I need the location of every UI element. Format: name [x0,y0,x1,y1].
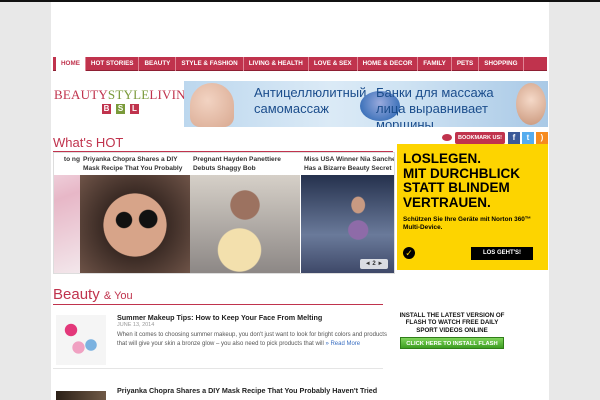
logo-word-beauty: BEAUTY [54,87,108,102]
banner-face-image [516,83,546,125]
post-title[interactable]: Priyanka Chopra Shares a DIY Mask Recipe… [117,386,387,396]
slide-caption: to ng [63,156,80,163]
slide-image [80,175,190,273]
nav-item-home-decor[interactable]: HOME & DECOR [358,56,419,71]
nav-item-living-health[interactable]: LIVING & HEALTH [244,56,309,71]
logo-letter-s: S [116,104,125,114]
slide-caption: Miss USA Winner Nia Sanchez Has a Bizarr… [304,156,395,172]
nav-item-hot-stories[interactable]: HOT STORIES [86,56,140,71]
banner-text-right: Банки для массажа лица выравнивает морщи… [376,85,494,127]
main-nav: HOME HOT STORIES BEAUTY STYLE & FASHION … [53,56,547,71]
logo-word-style: STYLE [107,87,150,102]
banner-woman-image [190,83,234,127]
carousel-pager[interactable]: ◄ 2 ► [360,259,388,269]
carousel-slide[interactable]: to ng [54,153,81,273]
rss-icon[interactable]: ) [536,132,548,144]
nav-item-love-sex[interactable]: LOVE & SEX [309,56,358,71]
nav-item-style-fashion[interactable]: STYLE & FASHION [176,56,244,71]
slide-caption: Priyanka Chopra Shares a DIY Mask Recipe… [83,156,183,172]
beauty-divider [53,304,383,305]
slide-image [190,175,300,273]
beauty-title-suffix: & You [103,290,133,302]
beauty-section-title: Beauty & You [53,286,133,303]
whats-hot-title: What's HOT [53,135,124,150]
banner-ad[interactable]: Антицеллюлитный самомассаж Банки для мас… [184,81,548,127]
nav-item-beauty[interactable]: BEAUTY [139,56,177,71]
post-divider [53,368,383,369]
carousel-slide[interactable]: Pregnant Hayden Panettiere Debuts Shaggy… [190,153,300,273]
post-title[interactable]: Summer Makeup Tips: How to Keep Your Fac… [117,313,387,322]
slide-caption: Pregnant Hayden Panettiere Debuts Shaggy… [193,156,281,172]
flash-ad-text: INSTALL THE LATEST VERSION OF FLASH TO W… [399,312,505,334]
carousel-slide[interactable]: Priyanka Chopra Shares a DIY Mask Recipe… [80,153,190,273]
bookmark-button[interactable]: BOOKMARK US! [455,132,505,144]
post-date: JUNE 13, 2014 [117,322,155,328]
nav-item-pets[interactable]: PETS [452,56,480,71]
post-thumbnail[interactable] [56,391,106,400]
twitter-icon[interactable]: t [522,132,534,144]
norton-headline-3: STATT BLINDEM [403,180,510,195]
nav-item-family[interactable]: FAMILY [418,56,452,71]
hot-stories-carousel: to ng Priyanka Chopra Shares a DIY Mask … [53,152,395,274]
norton-headline-4: VERTRAUEN. [403,194,491,210]
norton-subline: Schützen Sie Ihre Geräte mit Norton 360™… [403,216,532,231]
site-logo[interactable]: BEAUTYSTYLELIVING B S L [54,87,195,117]
norton-ad[interactable]: LOSLEGEN. MIT DURCHBLICK STATT BLINDEM V… [397,144,548,270]
logo-wordmark: BEAUTYSTYLELIVING [54,87,195,103]
page-container: HOME HOT STORIES BEAUTY STYLE & FASHION … [51,2,549,400]
logo-letter-l: L [130,104,139,114]
norton-check-icon: ✓ [403,247,415,259]
slide-image [54,175,81,273]
post-thumbnail[interactable] [56,315,106,365]
norton-headline-2: MIT DURCHBLICK [403,165,520,181]
logo-letter-b: B [102,104,111,114]
banner-text-left: Антицеллюлитный самомассаж [254,85,367,116]
lips-icon [442,134,452,141]
facebook-icon[interactable]: f [508,132,520,144]
nav-item-home[interactable]: HOME [56,56,86,71]
logo-monogram: B S L [102,104,184,114]
post-excerpt: When it comes to choosing summer makeup,… [117,331,387,350]
norton-cta-button[interactable]: LOS GEHT'S! [471,247,533,260]
flash-ad[interactable]: INSTALL THE LATEST VERSION OF FLASH TO W… [397,312,507,367]
read-more-link[interactable]: » Read More [325,341,360,347]
install-flash-button[interactable]: CLICK HERE TO INSTALL FLASH [400,337,504,350]
nav-item-shopping[interactable]: SHOPPING [479,56,524,71]
beauty-title-word: Beauty [53,286,100,303]
norton-headline-1: LOSLEGEN. [403,151,482,166]
carousel-slide[interactable]: Miss USA Winner Nia Sanchez Has a Bizarr… [301,153,395,273]
